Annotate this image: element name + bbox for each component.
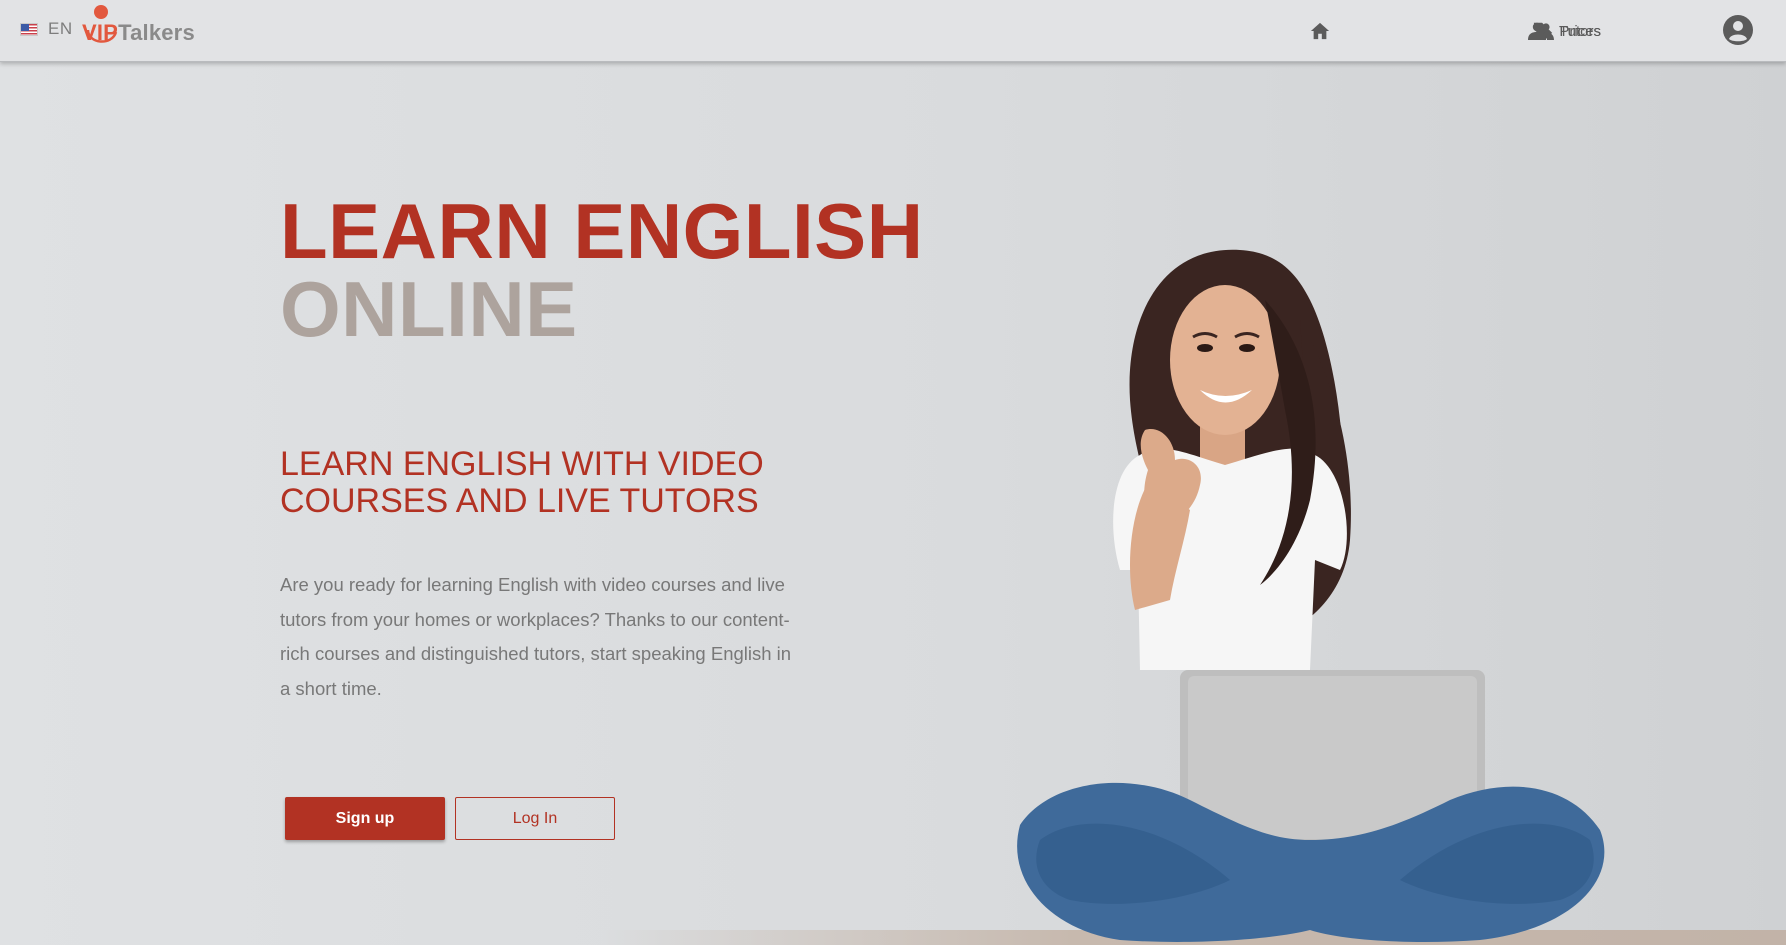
language-switcher[interactable]: EN xyxy=(20,19,73,39)
top-navbar: EN VIPTalkers Prices xyxy=(0,0,1786,62)
hero-title-line1: LEARN ENGLISH xyxy=(280,187,924,275)
nav-tutors-label: Tutors xyxy=(1559,22,1601,40)
login-button[interactable]: Log In xyxy=(455,797,615,840)
home-icon xyxy=(1310,22,1330,40)
people-icon xyxy=(1528,22,1554,40)
account-icon xyxy=(1723,15,1753,45)
hero-title-line2: ONLINE xyxy=(280,265,578,353)
signup-button[interactable]: Sign up xyxy=(285,797,445,840)
nav-account[interactable] xyxy=(1723,15,1753,45)
nav-tutors[interactable]: Tutors xyxy=(1528,17,1601,45)
vip-talkers-logo[interactable]: VIPTalkers xyxy=(82,4,195,48)
nav-home[interactable] xyxy=(1309,16,1331,46)
hero-subtitle: LEARN ENGLISH WITH VIDEO COURSES AND LIV… xyxy=(280,445,764,520)
hero-description: Are you ready for learning English with … xyxy=(280,574,792,699)
language-label: EN xyxy=(48,19,73,38)
hero-image-woman-with-laptop xyxy=(1017,249,1605,942)
us-flag-icon xyxy=(20,22,38,36)
logo-wordmark: VIPTalkers xyxy=(82,20,195,45)
